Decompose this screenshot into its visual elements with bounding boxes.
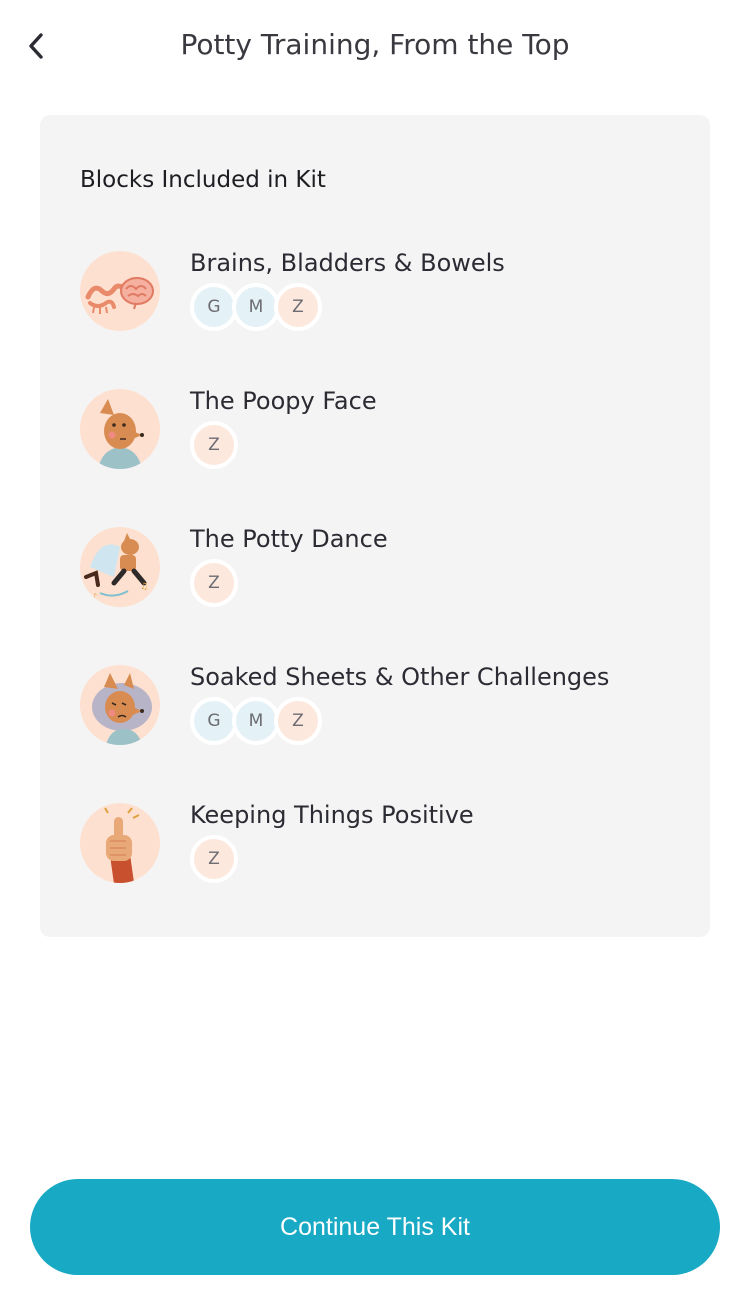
block-title: Keeping Things Positive	[190, 801, 474, 829]
block-item-the-potty-dance[interactable]: ♪ ♫ The Potty Dance Z	[80, 525, 680, 617]
card-title: Blocks Included in Kit	[80, 167, 326, 193]
chip-g: G	[190, 697, 238, 745]
block-title: Brains, Bladders & Bowels	[190, 249, 505, 277]
chip-z: Z	[274, 283, 322, 331]
chip-m: M	[232, 283, 280, 331]
block-title: Soaked Sheets & Other Challenges	[190, 663, 610, 691]
thumbs-up-illustration	[80, 803, 160, 883]
blocks-card: Blocks Included in Kit Brains, Bladders …	[40, 115, 710, 937]
page-title: Potty Training, From the Top	[180, 28, 570, 61]
chip-z: Z	[274, 697, 322, 745]
fox-sad-illustration	[80, 665, 160, 745]
fox-poopy-face-illustration	[80, 389, 160, 469]
block-item-keeping-things-positive[interactable]: Keeping Things Positive Z	[80, 801, 680, 893]
block-item-soaked-sheets[interactable]: Soaked Sheets & Other Challenges G M Z	[80, 663, 680, 755]
block-title: The Potty Dance	[190, 525, 388, 553]
block-title: The Poopy Face	[190, 387, 377, 415]
block-item-the-poopy-face[interactable]: The Poopy Face Z	[80, 387, 680, 479]
chip-g: G	[190, 283, 238, 331]
chip-z: Z	[190, 835, 238, 883]
svg-text:♫: ♫	[140, 582, 148, 592]
fox-dancing-illustration: ♪ ♫	[80, 527, 160, 607]
chip-m: M	[232, 697, 280, 745]
svg-text:♪: ♪	[92, 592, 97, 601]
header: Potty Training, From the Top	[0, 0, 750, 90]
chip-z: Z	[190, 559, 238, 607]
brain-bladder-bowel-illustration	[80, 251, 160, 331]
continue-kit-button[interactable]: Continue This Kit	[30, 1179, 720, 1275]
block-item-brains-bladders-bowels[interactable]: Brains, Bladders & Bowels G M Z	[80, 249, 680, 341]
chip-z: Z	[190, 421, 238, 469]
